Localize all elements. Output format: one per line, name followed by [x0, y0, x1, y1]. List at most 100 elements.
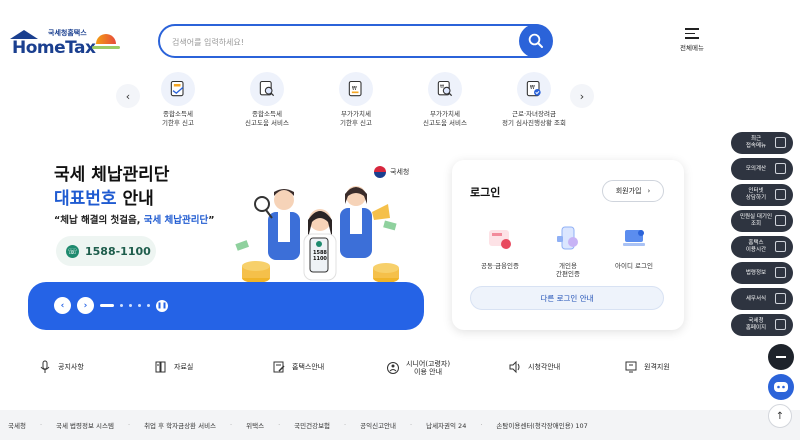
footer-links-bar: 국세청 · 국세 법령정보 시스템 · 취업 후 학자금상환 서비스 · 위택스 · 국…	[0, 410, 800, 440]
side-menu-simulation[interactable]: 모의계산	[731, 158, 793, 180]
calculator-icon	[775, 163, 786, 174]
hero-subtitle: “체납 해결의 첫걸음, 국세 체납관리단”	[54, 212, 214, 226]
book-icon	[775, 267, 786, 278]
footer-link[interactable]: 국세 법령정보 시스템	[56, 420, 114, 430]
side-menu-waiting[interactable]: 민원실 대기인 조회	[731, 210, 793, 232]
side-menu-nts-home[interactable]: 국세청 홈페이지	[731, 314, 793, 336]
nav-label: 시청각안내	[528, 363, 561, 371]
side-menu-label: 민원실 대기인 조회	[739, 214, 773, 227]
chatbot-button[interactable]	[768, 374, 794, 400]
footer-link[interactable]: 납세자권익 24	[426, 420, 466, 430]
side-menu-collapse-button[interactable]	[768, 344, 794, 370]
side-menu-forms[interactable]: 세무서식	[731, 288, 793, 310]
footer-link[interactable]: 국세청	[8, 420, 26, 430]
nav-audiovisual[interactable]: 시청각안내	[508, 360, 560, 374]
join-button[interactable]: 회원가입 ›	[602, 180, 664, 202]
tax-file-icon	[170, 80, 184, 97]
pager-dot[interactable]	[138, 304, 141, 307]
search-input[interactable]	[172, 33, 502, 51]
quick-service-label: 종합소득세 신고도움 서비스	[245, 110, 289, 127]
footer-link[interactable]: 손탐이용센터(청각장애인용) 107	[496, 420, 587, 430]
banner-pause-button[interactable]: ❚❚	[156, 299, 168, 312]
side-menu-label: 최근 접속메뉴	[745, 136, 767, 149]
pager-dot[interactable]	[147, 304, 150, 307]
phone-number-pill[interactable]: ☏ 1588-1100	[56, 236, 156, 266]
search-icon	[528, 33, 543, 48]
side-menu-label: 세무서식	[745, 295, 767, 302]
people-icon	[775, 215, 786, 226]
all-menu-button[interactable]: 전체메뉴	[672, 28, 712, 52]
nav-senior[interactable]: 시니어(고령자) 이용 안내	[386, 360, 450, 376]
archive-icon	[155, 361, 166, 373]
side-menu-recent[interactable]: 최근 접속메뉴	[731, 132, 793, 154]
simple-auth-option[interactable]: 개인용 간편인증	[536, 224, 600, 278]
footer-link[interactable]: 위택스	[246, 420, 264, 430]
scroll-top-button[interactable]: ↑	[768, 404, 792, 428]
side-menu-label: 모의계산	[745, 165, 767, 172]
hero-sign-text: 1588 1100	[313, 250, 327, 262]
side-menu-consult[interactable]: 인터넷 상담하기	[731, 184, 793, 206]
remote-support-icon	[625, 361, 637, 373]
phone-icon: ☏	[66, 244, 79, 258]
footer-link[interactable]: 공익신고안내	[360, 420, 396, 430]
quick-prev-button[interactable]: ‹	[116, 84, 140, 108]
hero-title-line1: 국세 체납관리단	[54, 165, 170, 185]
chevron-right-icon: ›	[647, 187, 651, 195]
hero-subtitle-prefix: “체납 해결의 첫걸음,	[54, 215, 144, 226]
nav-label: 공지사항	[58, 363, 84, 371]
pager-dot[interactable]	[120, 304, 123, 307]
nav-label: 시니어(고령자) 이용 안내	[406, 360, 451, 376]
nts-badge: 국세청	[374, 166, 409, 178]
side-menu-label: 인터넷 상담하기	[745, 188, 767, 201]
quick-service-label: 종합소득세 기한후 신고	[162, 110, 194, 127]
id-login-option[interactable]: 아이디 로그인	[602, 224, 666, 270]
hero-subtitle-highlight: 국세 체납관리단	[143, 215, 209, 226]
quick-service-label: 근로·자녀장려금 정기 심사진행상황 조회	[502, 110, 566, 127]
quick-service-item[interactable]: ₩ 부가가치세 기한후 신고	[316, 72, 396, 128]
form-icon	[775, 293, 786, 304]
mobile-auth-icon	[557, 226, 578, 250]
hero-title-rest: 안내	[116, 189, 154, 209]
svg-text:₩: ₩	[440, 84, 444, 89]
banner-next-button[interactable]: ›	[77, 297, 94, 314]
quick-service-label: 부가가치세 신고도움 서비스	[423, 110, 467, 127]
pager-dot[interactable]	[129, 304, 132, 307]
nts-label: 국세청	[390, 168, 410, 176]
id-login-label: 아이디 로그인	[615, 262, 653, 270]
side-menu-law[interactable]: 법령정보	[731, 262, 793, 284]
nav-notice[interactable]: 공지사항	[38, 360, 84, 374]
chevron-left-icon: ‹	[60, 300, 65, 311]
microphone-icon	[40, 360, 50, 373]
side-menu-hours[interactable]: 홈택스 이용시간	[731, 236, 793, 258]
quick-service-item[interactable]: 종합소득세 기한후 신고	[138, 72, 218, 128]
nav-remote-support[interactable]: 원격지원	[624, 360, 670, 374]
speaker-icon	[509, 360, 520, 374]
umbrella-icon	[96, 34, 116, 44]
search-box	[158, 24, 552, 58]
nav-label: 원격지원	[644, 363, 670, 371]
quick-service-item[interactable]: ₩ 근로·자녀장려금 정기 심사진행상황 조회	[494, 72, 574, 128]
search-button[interactable]	[519, 24, 553, 58]
footer-link[interactable]: 국민건강보험	[294, 420, 330, 430]
other-login-button[interactable]: 다른 로그인 안내	[470, 286, 664, 310]
phone-number: 1588-1100	[85, 244, 151, 258]
cert-login-option[interactable]: 공동·금융인증	[468, 224, 532, 270]
simple-auth-label: 개인용 간편인증	[556, 262, 580, 278]
nav-guide[interactable]: 홈택스안내	[272, 360, 324, 374]
banner-pager: ‹ › ❚❚	[54, 297, 168, 314]
quick-service-item[interactable]: ₩ 부가가치세 신고도움 서비스	[405, 72, 485, 128]
side-menu-label: 법령정보	[745, 269, 767, 276]
side-menu-label: 국세청 홈페이지	[745, 318, 767, 331]
edit-doc-icon	[273, 361, 285, 373]
pager-active-indicator[interactable]	[100, 304, 114, 307]
footer-link[interactable]: 취업 후 학자금상환 서비스	[144, 420, 216, 430]
nav-archive[interactable]: 자료실	[154, 360, 193, 374]
login-card: 로그인 회원가입 › 공동·금융인증 개인용 간편인증 아이디 로그인 다른 로그…	[452, 160, 684, 330]
quick-service-item[interactable]: 종합소득세 신고도움 서비스	[227, 72, 307, 128]
banner-prev-button[interactable]: ‹	[54, 297, 71, 314]
hometax-logo[interactable]: 국세청홈택스 HomeTax	[8, 28, 120, 60]
logo-main-text: HomeTax	[12, 38, 96, 58]
hero-subtitle-suffix: ”	[208, 215, 215, 226]
minus-icon	[776, 356, 786, 358]
join-label: 회원가입	[615, 187, 642, 195]
